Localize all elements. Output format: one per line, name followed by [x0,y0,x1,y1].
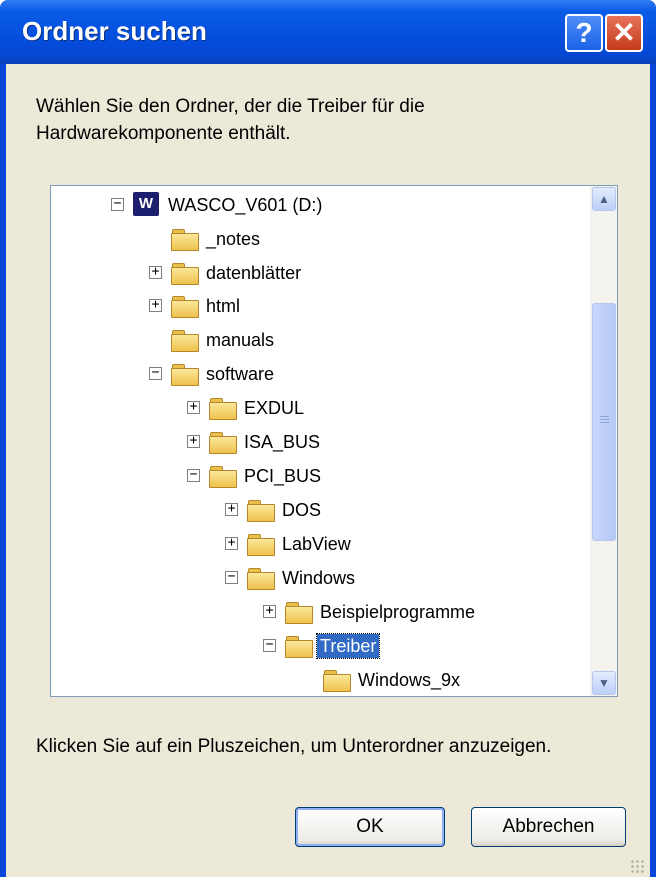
tree-item[interactable]: + datenblätter [51,257,581,290]
scroll-thumb[interactable] [592,303,616,541]
tree-item[interactable]: + LabView [51,528,581,561]
tree-item[interactable]: − W WASCO_V601 (D:) [51,189,581,222]
tree-item[interactable]: Windows_9x [51,664,581,696]
expand-icon[interactable]: + [263,604,276,618]
collapse-icon[interactable]: − [263,638,276,652]
tree-item[interactable]: − Treiber [51,630,581,663]
tree-item-label-selected[interactable]: Treiber [315,633,381,659]
title-bar[interactable]: Ordner suchen ? ✕ [0,0,656,64]
dialog-body: Wählen Sie den Ordner, der die Treiber f… [6,64,650,877]
folder-body [247,504,275,522]
tree-item-label[interactable]: manuals [203,328,277,352]
tree-item-label[interactable]: DOS [279,498,324,522]
folder-body [171,334,199,352]
folder-icon [285,602,313,624]
expand-icon[interactable]: + [225,536,238,550]
folder-open-icon [285,636,313,658]
scroll-up-button[interactable]: ▲ [592,187,616,211]
folder-icon [247,500,275,522]
folder-body [209,402,237,420]
tree-item-label[interactable]: software [203,362,277,386]
tree-item-label[interactable]: EXDUL [241,396,307,420]
folder-body [171,300,199,318]
scroll-down-button[interactable]: ▼ [592,671,616,695]
collapse-icon[interactable]: − [111,197,124,211]
browse-folder-dialog: Ordner suchen ? ✕ Wählen Sie den Ordner,… [0,0,656,877]
folder-icon [171,263,199,285]
tree-item[interactable]: + EXDUL [51,392,581,425]
dialog-title: Ordner suchen [22,16,207,46]
tree-item[interactable]: − Windows [51,562,581,595]
collapse-icon[interactable]: − [187,468,200,482]
expand-icon[interactable]: + [187,434,200,448]
instruction-text: Wählen Sie den Ordner, der die Treiber f… [36,96,425,144]
tree-item[interactable]: _notes [51,223,581,256]
drive-icon: W [133,192,159,216]
folder-icon [209,432,237,454]
resize-grip-icon[interactable] [630,859,646,875]
folder-body [247,538,275,556]
folder-body [323,674,351,692]
folder-icon [209,466,237,488]
folder-tree[interactable]: − W WASCO_V601 (D:) _notes + datenblätter + htm… [50,185,618,697]
tree-item[interactable]: + ISA_BUS [51,426,581,459]
tree-item[interactable]: − PCI_BUS [51,460,581,493]
expand-icon[interactable]: + [187,400,200,414]
tree-item[interactable]: + html [51,290,581,323]
folder-body [285,606,313,624]
vertical-scrollbar[interactable]: ▲ ▼ [590,186,617,696]
folder-icon [171,330,199,352]
collapse-icon[interactable]: − [225,570,238,584]
help-button[interactable]: ? [565,14,603,52]
tree-item-label[interactable]: html [203,294,243,318]
expand-icon[interactable]: + [149,265,162,279]
tree-item[interactable]: − software [51,358,581,391]
folder-icon [171,364,199,386]
folder-body [209,470,237,488]
tree-item-label[interactable]: _notes [203,227,263,251]
ok-button[interactable]: OK [295,807,445,847]
folder-icon [247,534,275,556]
expand-icon[interactable]: + [225,502,238,516]
folder-icon [209,398,237,420]
expand-icon[interactable]: + [149,298,162,312]
folder-icon [247,568,275,590]
window-border-right [650,64,656,877]
tree-item[interactable]: + Beispielprogramme [51,596,581,629]
tree-item-label[interactable]: ISA_BUS [241,430,323,454]
tree-item-label[interactable]: Beispielprogramme [317,600,478,624]
folder-icon [323,670,351,692]
folder-body [171,233,199,251]
folder-icon [171,229,199,251]
close-button[interactable]: ✕ [605,14,643,52]
tree-item-label[interactable]: LabView [279,532,354,556]
folder-body [285,640,313,658]
tree-item[interactable]: manuals [51,324,581,357]
tree-item-label[interactable]: WASCO_V601 (D:) [165,193,325,217]
folder-body [171,368,199,386]
folder-body [171,267,199,285]
tree-item-label[interactable]: datenblätter [203,261,304,285]
folder-icon [171,296,199,318]
thumb-grip-icon [600,416,609,425]
folder-body [209,436,237,454]
collapse-icon[interactable]: − [149,366,162,380]
hint-text: Klicken Sie auf ein Pluszeichen, um Unte… [36,736,552,757]
tree-item-label[interactable]: Windows [279,566,358,590]
tree-item-label[interactable]: PCI_BUS [241,464,324,488]
tree-item-label[interactable]: Windows_9x [355,668,463,692]
tree-item[interactable]: + DOS [51,494,581,527]
folder-body [247,572,275,590]
cancel-button[interactable]: Abbrechen [471,807,626,847]
